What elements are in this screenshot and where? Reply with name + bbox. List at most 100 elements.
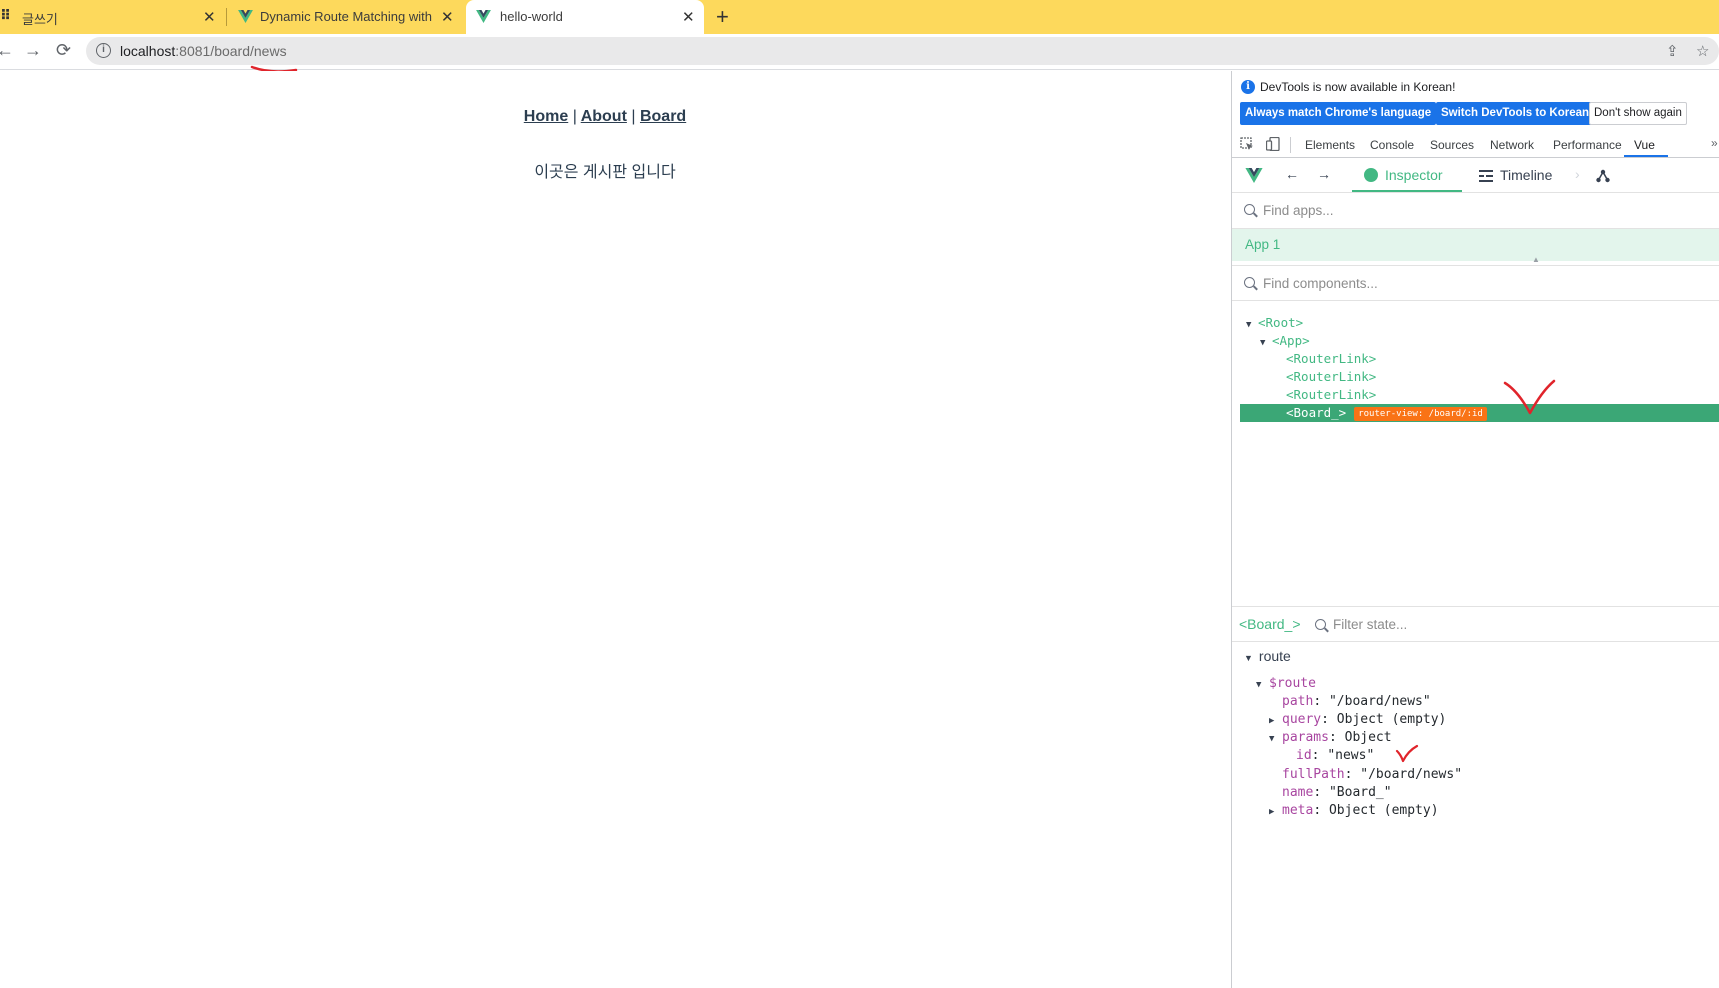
state-row-name[interactable]: name: "Board_" — [1282, 784, 1392, 802]
switch-to-korean-button[interactable]: Switch DevTools to Korean — [1436, 102, 1595, 125]
caret-down-icon[interactable]: ▼ — [1244, 653, 1253, 663]
forward-arrow-icon[interactable]: → — [24, 40, 42, 61]
tab-title: Dynamic Route Matching with P — [260, 9, 434, 24]
active-tab-indicator — [1624, 155, 1668, 157]
share-icon[interactable]: ⇪ — [1666, 42, 1679, 60]
tab-strip: ⠿ 글쓰기 ✕ Dynamic Route Matching with P ✕ … — [0, 0, 1719, 34]
devtools-language-banner: i DevTools is now available in Korean! A… — [1232, 71, 1719, 132]
browser-tab-write[interactable]: ⠿ 글쓰기 ✕ — [0, 0, 226, 34]
close-icon[interactable]: ✕ — [682, 8, 695, 26]
state-row-params[interactable]: ▼ params: Object — [1269, 729, 1392, 747]
devtools-tab-performance[interactable]: Performance — [1553, 138, 1622, 152]
nav-link-about[interactable]: About — [581, 108, 627, 125]
component-tree-icon[interactable] — [1596, 169, 1610, 183]
state-key: path — [1282, 694, 1314, 709]
url-text[interactable]: localhost:8081/board/news — [120, 43, 287, 59]
state-row-fullpath[interactable]: fullPath: "/board/news" — [1282, 766, 1462, 784]
nav-link-home[interactable]: Home — [524, 108, 568, 125]
browser-tab-hello-world[interactable]: hello-world ✕ — [466, 0, 704, 34]
inspector-tab[interactable]: Inspector — [1352, 159, 1462, 192]
state-value: Object — [1344, 730, 1392, 745]
state-row-route[interactable]: ▼ $route — [1256, 675, 1316, 693]
app-name: App 1 — [1245, 237, 1281, 252]
filter-state-input[interactable]: Filter state... — [1333, 617, 1407, 632]
state-key: meta — [1282, 803, 1314, 818]
always-match-language-button[interactable]: Always match Chrome's language — [1240, 102, 1437, 125]
close-icon[interactable]: ✕ — [203, 8, 216, 26]
device-toolbar-icon[interactable] — [1266, 137, 1280, 151]
tree-node-board-selected[interactable]: <Board_> router-view: /board/:id — [1240, 404, 1719, 422]
inspector-label: Inspector — [1385, 167, 1443, 183]
tree-node-routerlink[interactable]: <RouterLink> — [1286, 350, 1376, 368]
tree-node-routerlink[interactable]: <RouterLink> — [1286, 368, 1376, 386]
node-label: <RouterLink> — [1286, 369, 1377, 384]
state-header: <Board_> Filter state... — [1232, 606, 1719, 642]
app-list-item[interactable]: App 1 — [1232, 229, 1719, 261]
state-value: "news" — [1327, 748, 1375, 763]
timeline-label: Timeline — [1500, 167, 1553, 183]
devtools-tab-elements[interactable]: Elements — [1305, 138, 1355, 152]
find-apps-input[interactable]: Find apps... — [1263, 203, 1334, 218]
caret-right-icon[interactable]: ▶ — [1269, 712, 1282, 730]
tree-node-app[interactable]: ▼ <App> — [1260, 332, 1310, 350]
url-path: :8081/board/news — [175, 43, 287, 59]
board-message: 이곳은 게시판 입니다 — [534, 164, 676, 181]
search-icon — [1315, 619, 1326, 630]
state-row-query[interactable]: ▶ query: Object (empty) — [1269, 711, 1446, 729]
close-icon[interactable]: ✕ — [441, 8, 454, 26]
state-value: Object (empty) — [1328, 803, 1439, 818]
state-value: "/board/news" — [1328, 694, 1431, 709]
devtools-tab-vue[interactable]: Vue — [1634, 138, 1655, 152]
devtools-tab-network[interactable]: Network — [1490, 138, 1534, 152]
state-key: id — [1296, 748, 1312, 763]
devtools-tab-bar: Elements Console Sources Network Perform… — [1232, 132, 1719, 158]
info-icon[interactable]: i — [96, 43, 111, 58]
back-arrow-icon[interactable]: ← — [0, 40, 14, 61]
pane-resize-handle[interactable]: ▲ — [1532, 255, 1540, 264]
tab-title: 글쓰기 — [22, 12, 58, 27]
tab-divider — [226, 8, 227, 26]
reload-icon[interactable]: ⟳ — [56, 40, 71, 61]
new-tab-button[interactable]: + — [716, 4, 729, 30]
caret-right-icon[interactable]: ▶ — [1269, 803, 1282, 821]
back-arrow-icon[interactable]: ← — [1285, 166, 1299, 182]
node-label: <Board_> — [1286, 405, 1347, 420]
devtools-tab-sources[interactable]: Sources — [1430, 138, 1474, 152]
caret-down-icon[interactable]: ▼ — [1260, 334, 1272, 352]
search-icon — [1244, 277, 1255, 288]
forward-arrow-icon[interactable]: → — [1317, 166, 1331, 182]
address-bar[interactable]: i localhost:8081/board/news ⇪ ☆ — [86, 37, 1719, 65]
annotation-checkmark — [1395, 744, 1419, 763]
more-tabs-icon[interactable]: » — [1711, 136, 1718, 150]
state-row-path[interactable]: path: "/board/news" — [1282, 693, 1431, 711]
state-key: params — [1282, 730, 1329, 745]
state-value: Object (empty) — [1336, 712, 1447, 727]
info-icon: i — [1241, 80, 1255, 94]
caret-down-icon[interactable]: ▼ — [1269, 730, 1282, 748]
devtools-tab-console[interactable]: Console — [1370, 138, 1414, 152]
tree-node-root[interactable]: ▼ <Root> — [1246, 314, 1303, 332]
nav-link-board[interactable]: Board — [640, 108, 686, 125]
star-icon[interactable]: ☆ — [1696, 42, 1709, 60]
caret-down-icon[interactable]: ▼ — [1246, 316, 1258, 334]
vue-logo-icon — [238, 10, 253, 23]
inspect-element-icon[interactable] — [1240, 137, 1254, 151]
devtools-panel: i DevTools is now available in Korean! A… — [1231, 71, 1719, 988]
vue-devtools-toolbar: ← → Inspector Timeline › — [1232, 158, 1719, 193]
timeline-icon — [1479, 170, 1493, 182]
page-content: Home | About | Board 이곳은 게시판 입니다 — [0, 71, 1231, 988]
find-apps-search[interactable]: Find apps... — [1232, 193, 1719, 229]
state-key: query — [1282, 712, 1322, 727]
state-row-meta[interactable]: ▶ meta: Object (empty) — [1269, 802, 1439, 820]
find-components-search[interactable]: Find components... — [1232, 265, 1719, 301]
nav-separator: | — [572, 108, 577, 125]
state-row-id[interactable]: id: "news" — [1296, 747, 1374, 765]
find-components-input[interactable]: Find components... — [1263, 276, 1378, 291]
browser-tab-docs[interactable]: Dynamic Route Matching with P ✕ — [228, 0, 464, 34]
state-section-route[interactable]: ▼ route — [1244, 648, 1291, 664]
tab-divider — [1290, 137, 1291, 153]
caret-down-icon[interactable]: ▼ — [1256, 676, 1269, 694]
tree-node-routerlink[interactable]: <RouterLink> — [1286, 386, 1376, 404]
state-key: $route — [1269, 676, 1316, 691]
dont-show-again-button[interactable]: Don't show again — [1589, 102, 1687, 125]
